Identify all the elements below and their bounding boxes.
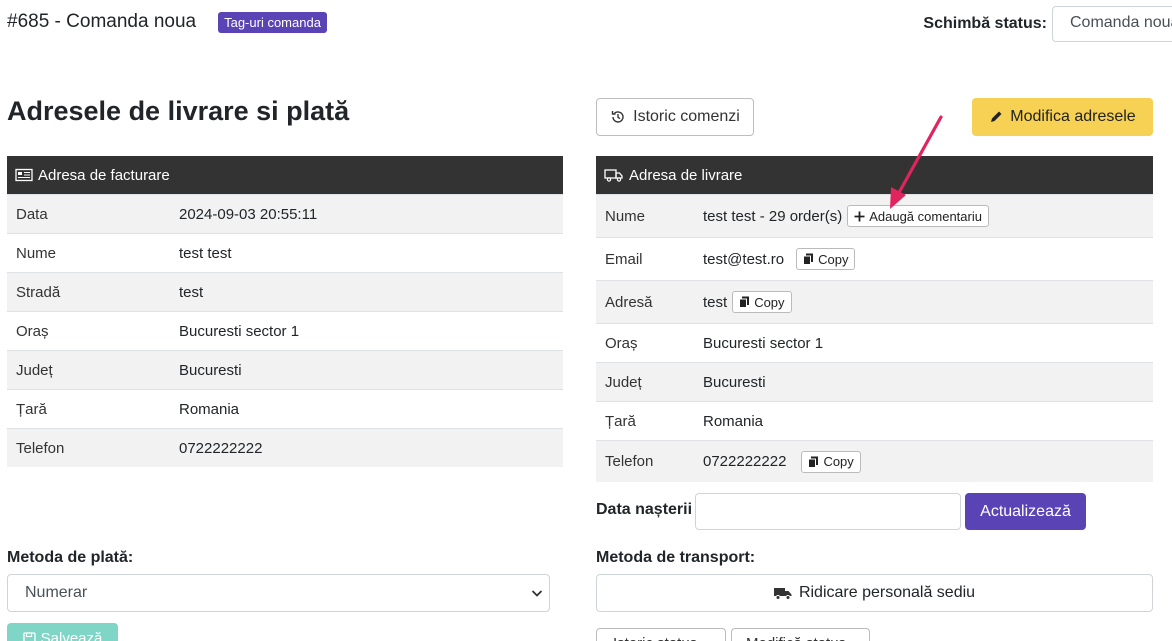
copy-address-button[interactable]: Copy [732, 291, 792, 313]
shipping-row-email: Email test@test.ro Copy [596, 237, 1153, 280]
shipping-row-country: Țară Romania [596, 401, 1153, 440]
shipping-row-phone: Telefon 0722222222 Copy [596, 440, 1153, 482]
shipping-phone-link[interactable]: 0722222222 [703, 453, 786, 470]
transport-method-label: Metoda de transport: [596, 549, 756, 566]
billing-date-value: 2024-09-03 20:55:11 [179, 205, 318, 223]
copy-email-label: Copy [818, 251, 849, 267]
billing-phone-link[interactable]: 0722222222 [179, 440, 262, 457]
shipping-email-label: Email [605, 250, 643, 268]
annotation-arrow-icon [890, 115, 943, 209]
billing-name-value: test test [179, 244, 232, 262]
add-comment-label: Adaugă comentariu [869, 208, 982, 224]
chevron-down-icon [531, 590, 543, 597]
modify-addresses-button[interactable]: Modifica adresele [972, 98, 1153, 136]
shipping-row-address: Adresă test Copy [596, 280, 1153, 323]
billing-name-label: Nume [16, 244, 57, 262]
shipping-name-label: Nume [605, 207, 646, 225]
billing-city-label: Oraș [16, 322, 49, 340]
copy-phone-label: Copy [823, 454, 854, 469]
modify-addresses-label: Modifica adresele [1010, 108, 1136, 125]
shipping-card-title: Adresa de livrare [629, 166, 743, 184]
payment-method-value: Numerar [25, 584, 88, 601]
billing-row-date: Data 2024-09-03 20:55:11 [7, 194, 563, 233]
save-payment-button[interactable]: Salvează [7, 623, 118, 641]
shipping-phone-label: Telefon [605, 453, 654, 470]
shipping-county-value: Bucuresti [703, 373, 766, 391]
shipping-address-value: test [703, 293, 728, 311]
billing-row-county: Județ Bucuresti [7, 350, 563, 389]
change-status-button[interactable]: Modifică status [731, 628, 870, 641]
shipping-city-label: Oraș [605, 334, 638, 352]
billing-country-label: Țară [16, 400, 47, 418]
history-icon [611, 111, 624, 123]
truck-icon [604, 169, 623, 182]
birthdate-label: Data nașterii [596, 501, 693, 518]
payment-method-select[interactable]: Numerar [7, 574, 550, 612]
customer-orders-link[interactable]: test test - 29 order(s) [703, 208, 842, 225]
billing-country-value: Romania [179, 400, 240, 418]
payment-method-label: Metoda de plată: [7, 549, 134, 566]
billing-street-value: test [179, 283, 204, 301]
shipping-country-value: Romania [703, 412, 764, 430]
shipping-county-label: Județ [605, 373, 642, 391]
billing-row-street: Stradă test [7, 272, 563, 311]
shipping-country-label: Țară [605, 412, 636, 430]
order-title: #685 - Comanda noua [7, 11, 197, 32]
billing-address-card: Adresa de facturare Data 2024-09-03 20:5… [7, 156, 563, 467]
billing-row-country: Țară Romania [7, 389, 563, 428]
billing-phone-label: Telefon [16, 439, 65, 457]
birthdate-input[interactable] [695, 493, 961, 530]
transport-method-value: Ridicare personală sediu [798, 584, 976, 601]
transport-method-button[interactable]: Ridicare personală sediu [596, 574, 1153, 612]
copy-phone-button[interactable]: Copy [801, 450, 861, 473]
order-history-label: Istoric comenzi [633, 108, 740, 125]
save-icon [22, 631, 36, 641]
shipping-row-name: Nume test test - 29 order(s) Adaugă come… [596, 194, 1153, 237]
billing-row-phone: Telefon 0722222222 [7, 428, 563, 467]
pencil-icon [991, 111, 1002, 122]
truck-icon [773, 587, 792, 600]
order-header: #685 - Comanda noua Tag-uri comanda [7, 11, 327, 33]
copy-icon [803, 253, 814, 265]
shipping-address-card: Adresa de livrare Nume test test - 29 or… [596, 156, 1153, 482]
copy-icon [739, 296, 750, 308]
address-card-icon [15, 168, 33, 182]
order-history-button[interactable]: Istoric comenzi [596, 98, 754, 136]
billing-card-header: Adresa de facturare [7, 156, 563, 194]
status-label: Schimbă status: [923, 15, 1047, 32]
shipping-row-city: Oraș Bucuresti sector 1 [596, 323, 1153, 362]
update-birthdate-button[interactable]: Actualizează [965, 493, 1086, 530]
email-link[interactable]: test@test.ro [703, 251, 784, 268]
billing-date-label: Data [16, 205, 48, 223]
section-title: Adresele de livrare si plată [7, 96, 350, 126]
billing-row-name: Nume test test [7, 233, 563, 272]
billing-county-label: Județ [16, 361, 53, 379]
shipping-row-county: Județ Bucuresti [596, 362, 1153, 401]
status-select[interactable]: Comanda noua [1052, 6, 1172, 42]
copy-icon [808, 456, 819, 468]
copy-email-button[interactable]: Copy [796, 248, 856, 270]
billing-street-label: Stradă [16, 283, 61, 301]
plus-icon [854, 211, 865, 221]
status-area: Schimbă status: Comanda noua [923, 6, 1172, 42]
billing-row-city: Oraș Bucuresti sector 1 [7, 311, 563, 350]
shipping-city-value: Bucuresti sector 1 [703, 334, 824, 352]
copy-address-label: Copy [754, 294, 785, 310]
save-payment-label: Salvează [40, 629, 103, 641]
shipping-address-label: Adresă [605, 293, 653, 311]
shipping-card-header: Adresa de livrare [596, 156, 1153, 194]
order-tags-button[interactable]: Tag-uri comanda [218, 11, 327, 33]
billing-card-title: Adresa de facturare [38, 166, 170, 184]
status-history-button[interactable]: Istoric status [596, 628, 726, 641]
billing-county-value: Bucuresti [179, 361, 242, 379]
billing-city-value: Bucuresti sector 1 [179, 322, 300, 340]
